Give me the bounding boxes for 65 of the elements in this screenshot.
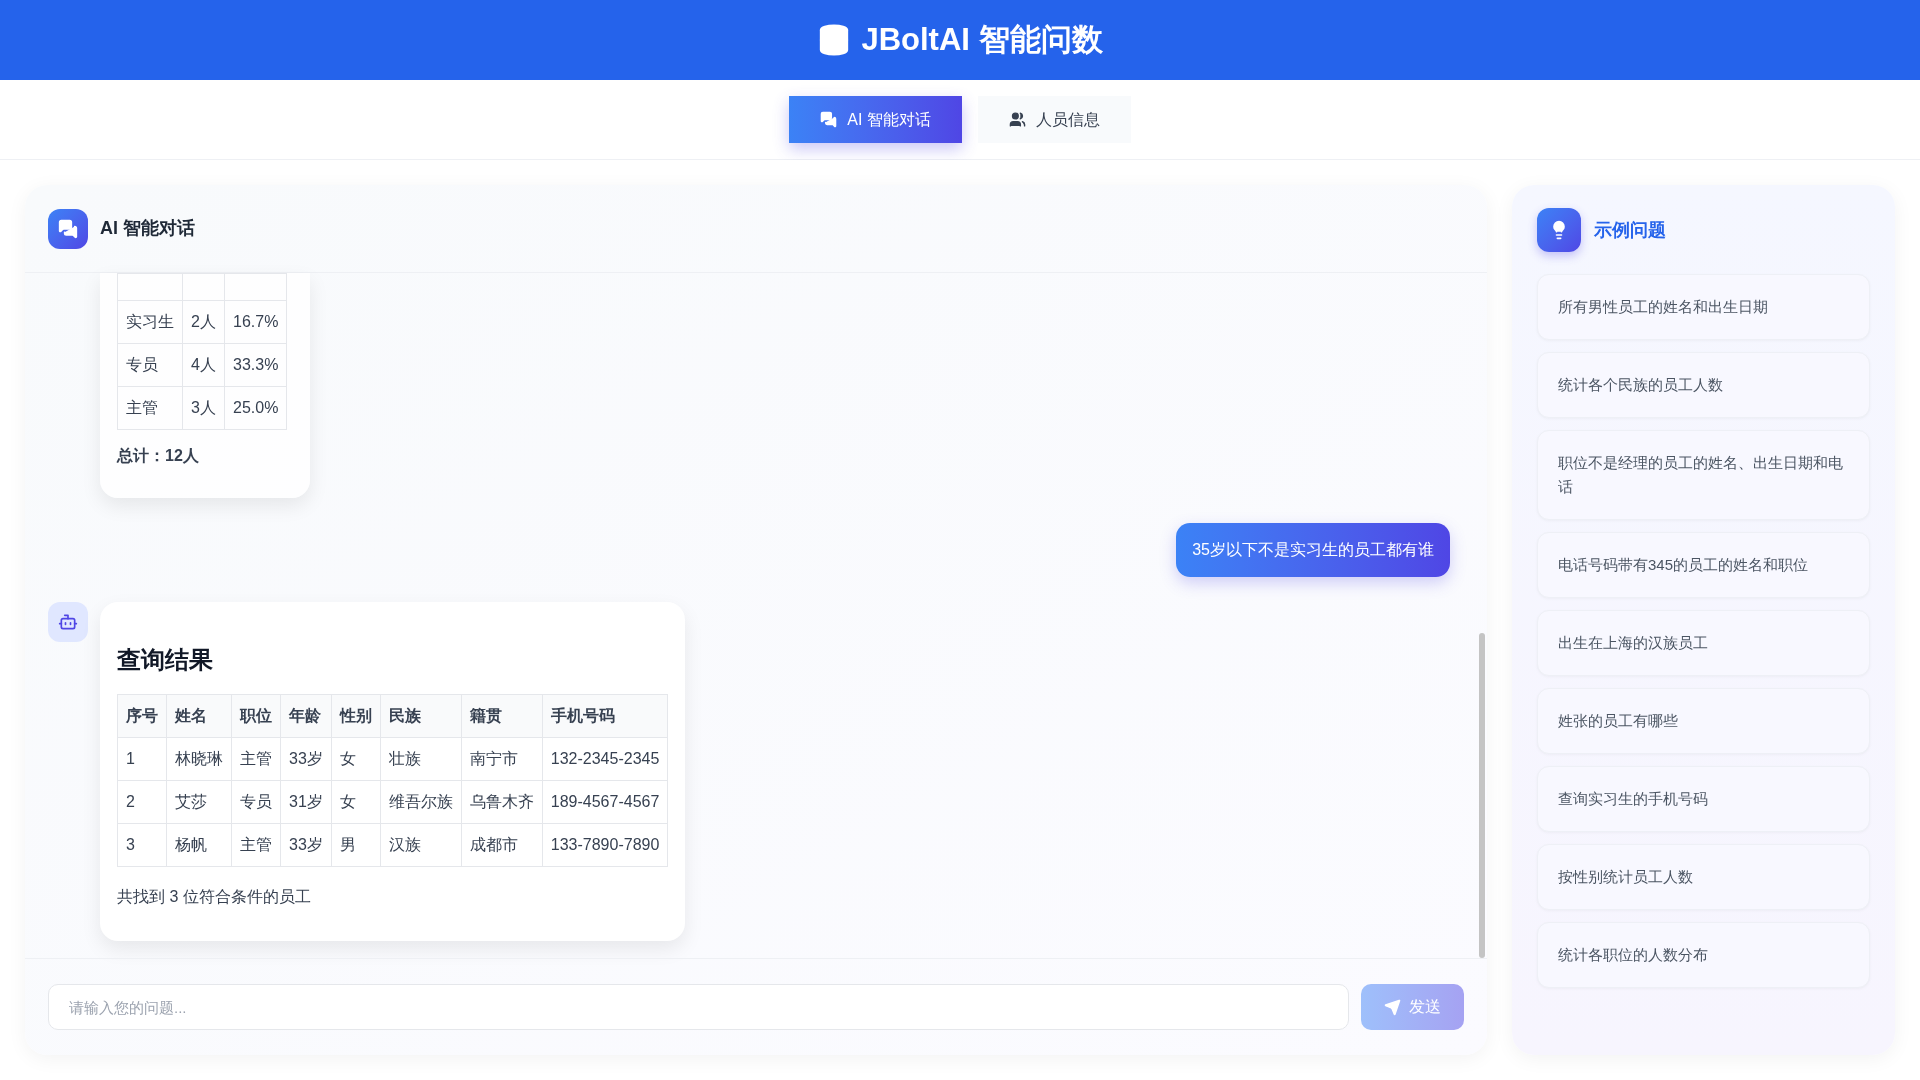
example-question[interactable]: 职位不是经理的员工的姓名、出生日期和电话 <box>1537 430 1870 520</box>
table-cell: 133-7890-7890 <box>542 823 668 867</box>
column-header: 职位 <box>231 694 281 738</box>
column-header: 籍贯 <box>461 694 543 738</box>
table-cell: 男 <box>331 823 381 867</box>
column-header: 姓名 <box>166 694 232 738</box>
total-text: 总计：12人 <box>117 446 200 466</box>
table-cell: 132-2345-2345 <box>542 737 668 781</box>
table-cell: 女 <box>331 780 381 824</box>
table-cell: 专员 <box>117 343 183 387</box>
table-cell: 4人 <box>182 343 225 387</box>
table-cell: 2人 <box>182 300 225 344</box>
table-cell: 33岁 <box>280 823 332 867</box>
chat-bubbles-icon <box>58 218 78 239</box>
example-question[interactable]: 姓张的员工有哪些 <box>1537 688 1870 754</box>
table-cell: 林晓琳 <box>166 737 232 781</box>
table-cell: 专员 <box>231 780 281 824</box>
user-message: 35岁以下不是实习生的员工都有谁 <box>1176 523 1450 577</box>
app-title: JBoltAI 智能问数 <box>861 20 1103 59</box>
table-cell: 女 <box>331 737 381 781</box>
table-cell: 汉族 <box>380 823 462 867</box>
table-cell: 维吾尔族 <box>380 780 462 824</box>
table-cell: 1 <box>117 737 167 781</box>
sidebar-title: 示例问题 <box>1594 218 1666 242</box>
tab[interactable]: AI 智能对话 <box>789 96 962 143</box>
example-question[interactable]: 所有男性员工的姓名和出生日期 <box>1537 274 1870 340</box>
table-cell: 25.0% <box>224 386 287 430</box>
table-cell: 南宁市 <box>461 737 543 781</box>
example-question[interactable]: 统计各个民族的员工人数 <box>1537 352 1870 418</box>
summary-text: 共找到 3 位符合条件的员工 <box>117 887 312 907</box>
table-cell: 壮族 <box>380 737 462 781</box>
result-title: 查询结果 <box>117 645 214 675</box>
table-cell: 3 <box>117 823 167 867</box>
tab[interactable]: 人员信息 <box>977 96 1131 143</box>
table-cell: 2 <box>117 780 167 824</box>
table-cell: 33岁 <box>280 737 332 781</box>
column-header: 序号 <box>117 694 167 738</box>
paper-plane-icon <box>1384 998 1401 1016</box>
column-header: 年龄 <box>280 694 332 738</box>
question-input[interactable]: 请输入您的问题... <box>48 984 1349 1030</box>
table-cell: 16.7% <box>224 300 287 344</box>
chat-bubbles-icon <box>820 111 838 128</box>
table-cell: 3人 <box>182 386 225 430</box>
example-question[interactable]: 出生在上海的汉族员工 <box>1537 610 1870 676</box>
column-header: 性别 <box>331 694 381 738</box>
example-question[interactable]: 查询实习生的手机号码 <box>1537 766 1870 832</box>
example-question[interactable]: 电话号码带有345的员工的姓名和职位 <box>1537 532 1870 598</box>
example-question[interactable]: 按性别统计员工人数 <box>1537 844 1870 910</box>
robot-icon <box>58 612 78 632</box>
column-header: 民族 <box>380 694 462 738</box>
table-cell: 艾莎 <box>166 780 232 824</box>
table-cell: 乌鲁木齐 <box>461 780 543 824</box>
table-cell: 主管 <box>117 386 183 430</box>
column-header: 手机号码 <box>542 694 668 738</box>
chat-title: AI 智能对话 <box>100 217 195 240</box>
example-question[interactable]: 统计各职位的人数分布 <box>1537 922 1870 988</box>
table-cell: 实习生 <box>117 300 183 344</box>
table-cell: 主管 <box>231 823 281 867</box>
table-cell: 成都市 <box>461 823 543 867</box>
table-cell: 杨帆 <box>166 823 232 867</box>
table-cell: 33.3% <box>224 343 287 387</box>
users-icon <box>1008 111 1026 128</box>
table-cell: 189-4567-4567 <box>542 780 668 824</box>
table-cell: 主管 <box>231 737 281 781</box>
table-cell: 31岁 <box>280 780 332 824</box>
